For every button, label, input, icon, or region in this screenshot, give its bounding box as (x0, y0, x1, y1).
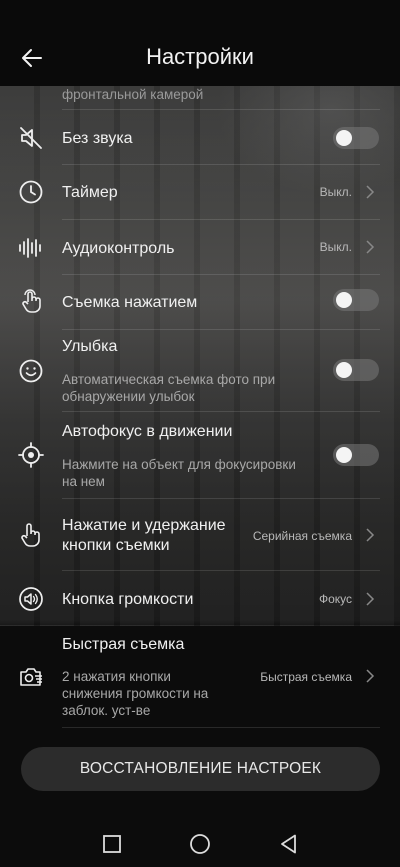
setting-description-line1: Автоматическая съемка фото при (62, 372, 276, 387)
app-bar: Настройки (0, 0, 400, 86)
setting-description-line2: на нем (62, 474, 105, 489)
timer-icon (19, 180, 43, 204)
partial-description: фронтальной камерой (62, 87, 204, 102)
setting-description-line2: снижения громкости на (62, 686, 209, 701)
setting-description-line3: заблок. уст-ве (62, 703, 151, 718)
setting-touch-capture[interactable]: Съемка нажатием (0, 276, 400, 330)
toggle-knob (336, 447, 352, 463)
setting-audio-control[interactable]: Аудиоконтроль Выкл. (0, 221, 400, 275)
toggle-knob (336, 292, 352, 308)
divider (62, 274, 380, 275)
setting-quick-capture[interactable]: Быстрая съемка 2 нажатия кнопки снижения… (0, 626, 400, 728)
quick-camera-icon (20, 668, 42, 686)
chevron-right-icon (366, 528, 375, 542)
toggle-knob (336, 362, 352, 378)
divider (62, 411, 380, 412)
audio-icon (19, 238, 41, 258)
smile-toggle[interactable] (333, 359, 379, 381)
setting-description-line1: Нажмите на объект для фокусировки (62, 457, 296, 472)
list-item-partial: фронтальной камерой (0, 86, 400, 110)
setting-label-line1: Нажатие и удержание (62, 517, 226, 534)
setting-label: Таймер (62, 184, 118, 201)
divider (62, 727, 380, 728)
setting-label: Без звука (62, 130, 133, 147)
setting-label: Аудиоконтроль (62, 240, 175, 257)
setting-label: Автофокус в движении (62, 423, 233, 440)
setting-timer[interactable]: Таймер Выкл. (0, 166, 400, 220)
setting-value: Выкл. (319, 185, 352, 199)
chevron-right-icon (366, 185, 375, 199)
setting-label-line2: кнопки съемки (62, 537, 170, 554)
volume-icon (19, 587, 43, 611)
divider (62, 109, 380, 110)
setting-label: Съемка нажатием (62, 294, 198, 311)
setting-volume-button[interactable]: Кнопка громкости Фокус (0, 572, 400, 626)
toggle-knob (336, 130, 352, 146)
system-navigation-bar (0, 820, 400, 867)
touch-capture-toggle[interactable] (333, 289, 379, 311)
divider (62, 498, 380, 499)
square-icon[interactable] (100, 832, 124, 856)
setting-motion-autofocus[interactable]: Автофокус в движении Нажмите на объект д… (0, 413, 400, 499)
restore-settings-button[interactable]: ВОССТАНОВЛЕНИЕ НАСТРОЕК (21, 747, 380, 791)
smile-icon (19, 359, 43, 383)
setting-description-line2: обнаружении улыбок (62, 389, 195, 404)
chevron-right-icon (366, 240, 375, 254)
divider (62, 329, 380, 330)
circle-icon[interactable] (188, 832, 212, 856)
setting-value: Быстрая съемка (260, 670, 352, 684)
setting-label: Быстрая съемка (62, 636, 185, 653)
divider (62, 219, 380, 220)
setting-press-hold-shutter[interactable]: Нажатие и удержание кнопки съемки Серийн… (0, 500, 400, 571)
setting-value: Серийная съемка (252, 529, 352, 543)
setting-description-line1: 2 нажатия кнопки (62, 669, 171, 684)
setting-label: Улыбка (62, 338, 118, 355)
triangle-back-icon[interactable] (277, 832, 301, 856)
mute-toggle[interactable] (333, 127, 379, 149)
page-title: Настройки (146, 44, 254, 69)
chevron-right-icon (366, 669, 375, 683)
mute-icon (20, 127, 42, 149)
touch-icon (22, 289, 41, 313)
setting-mute[interactable]: Без звука (0, 111, 400, 165)
setting-label: Кнопка громкости (62, 591, 194, 608)
setting-value: Фокус (318, 592, 352, 606)
setting-value: Выкл. (319, 240, 352, 254)
focus-icon (18, 442, 44, 468)
divider (62, 570, 380, 571)
motion-autofocus-toggle[interactable] (333, 444, 379, 466)
chevron-right-icon (366, 592, 375, 606)
hand-icon (21, 523, 40, 547)
setting-smile[interactable]: Улыбка Автоматическая съемка фото при об… (0, 331, 400, 412)
divider (62, 164, 380, 165)
